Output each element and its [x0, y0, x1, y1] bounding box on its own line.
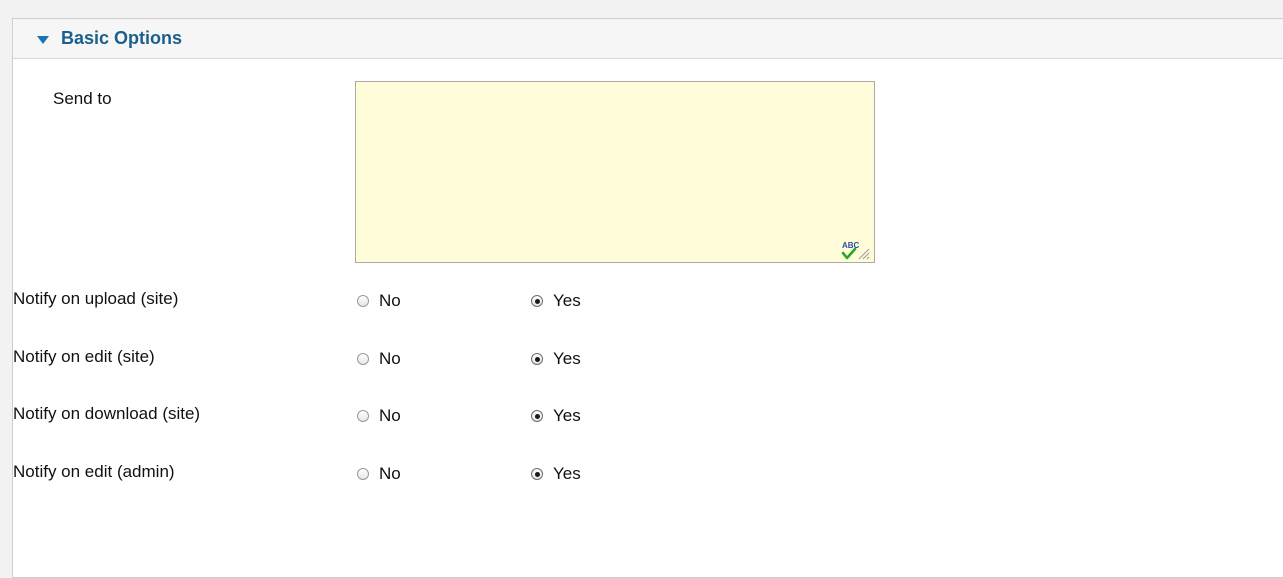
option-no-radio[interactable]: No [357, 291, 401, 311]
option-label: Notify on edit (admin) [13, 462, 175, 481]
radio-unchecked-icon[interactable] [357, 295, 369, 307]
option-no-radio[interactable]: No [357, 464, 401, 484]
radio-no-label: No [379, 291, 401, 310]
radio-no-label: No [379, 349, 401, 368]
option-no-radio[interactable]: No [357, 406, 401, 426]
radio-unchecked-icon[interactable] [357, 410, 369, 422]
option-yes-radio[interactable]: Yes [531, 406, 581, 426]
panel-header[interactable]: Basic Options [13, 19, 1283, 59]
radio-checked-icon[interactable] [531, 410, 543, 422]
option-no-radio[interactable]: No [357, 349, 401, 369]
spellcheck-icon[interactable]: ABC [841, 239, 871, 261]
radio-yes-label: Yes [553, 406, 581, 425]
svg-text:ABC: ABC [842, 241, 860, 250]
radio-no-label: No [379, 406, 401, 425]
radio-unchecked-icon[interactable] [357, 353, 369, 365]
radio-checked-icon[interactable] [531, 353, 543, 365]
option-yes-radio[interactable]: Yes [531, 291, 581, 311]
option-label: Notify on download (site) [13, 404, 201, 423]
option-label: Notify on edit (site) [13, 347, 155, 366]
option-yes-radio[interactable]: Yes [531, 464, 581, 484]
radio-checked-icon[interactable] [531, 468, 543, 480]
radio-unchecked-icon[interactable] [357, 468, 369, 480]
collapse-arrow-icon[interactable] [37, 35, 49, 44]
panel-title: Basic Options [61, 28, 183, 48]
radio-yes-label: Yes [553, 349, 581, 368]
send-to-label: Send to [53, 89, 112, 108]
radio-no-label: No [379, 464, 401, 483]
send-to-field-wrapper: ABC [355, 81, 875, 263]
radio-yes-label: Yes [553, 291, 581, 310]
option-yes-radio[interactable]: Yes [531, 349, 581, 369]
basic-options-panel: Basic Options Send to ABC Notify on uplo… [12, 18, 1283, 578]
option-label: Notify on upload (site) [13, 289, 179, 308]
radio-checked-icon[interactable] [531, 295, 543, 307]
send-to-textarea[interactable] [355, 81, 875, 263]
radio-yes-label: Yes [553, 464, 581, 483]
